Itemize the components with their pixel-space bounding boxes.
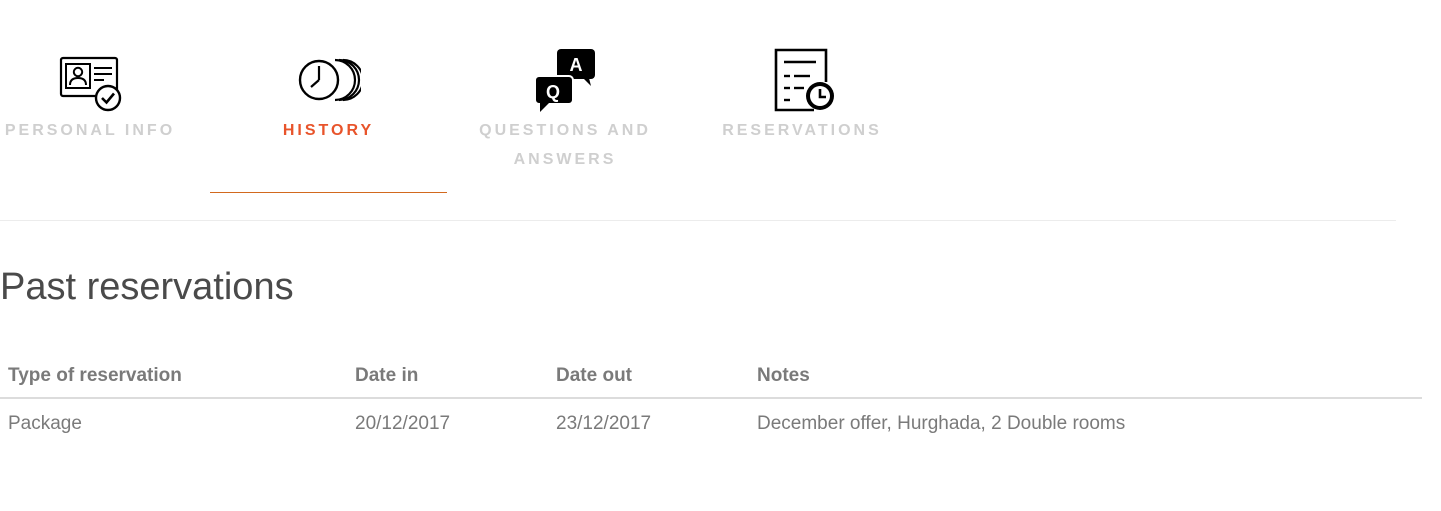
cell-notes: December offer, Hurghada, 2 Double rooms xyxy=(757,412,1126,434)
id-card-check-icon xyxy=(58,48,122,112)
column-header-notes: Notes xyxy=(749,354,1422,399)
tab-questions-and-answers-label: QUESTIONS AND ANSWERS xyxy=(479,122,651,168)
tab-history[interactable]: HISTORY xyxy=(210,0,447,193)
column-header-date-in: Date in xyxy=(347,354,548,399)
history-clock-icon xyxy=(297,48,361,112)
tab-personal-info-label: PERSONAL INFO xyxy=(4,122,176,139)
svg-text:A: A xyxy=(570,55,583,75)
tab-reservations-label: RESERVATIONS xyxy=(722,122,882,139)
document-clock-icon xyxy=(770,48,834,112)
qa-bubbles-icon: A Q xyxy=(533,48,597,112)
svg-text:Q: Q xyxy=(546,82,560,102)
table-header-row: Type of reservation Date in Date out Not… xyxy=(0,354,1422,399)
cell-type: Package xyxy=(8,412,82,434)
table-row: Package 20/12/2017 23/12/2017 December o… xyxy=(0,398,1422,448)
cell-date-out: 23/12/2017 xyxy=(556,412,652,434)
tab-reservations[interactable]: RESERVATIONS xyxy=(712,0,892,192)
past-reservations-table: Type of reservation Date in Date out Not… xyxy=(0,354,1422,448)
profile-tabs: PERSONAL INFO HISTORY A Q QUESTIONS AND … xyxy=(0,0,1396,221)
column-header-type: Type of reservation xyxy=(0,354,347,399)
cell-date-in: 20/12/2017 xyxy=(355,412,451,434)
tab-personal-info[interactable]: PERSONAL INFO xyxy=(0,0,180,192)
tab-history-label: HISTORY xyxy=(282,122,375,139)
column-header-date-out: Date out xyxy=(548,354,749,399)
page-title: Past reservations xyxy=(0,266,294,308)
tab-questions-and-answers[interactable]: A Q QUESTIONS AND ANSWERS xyxy=(470,0,660,192)
